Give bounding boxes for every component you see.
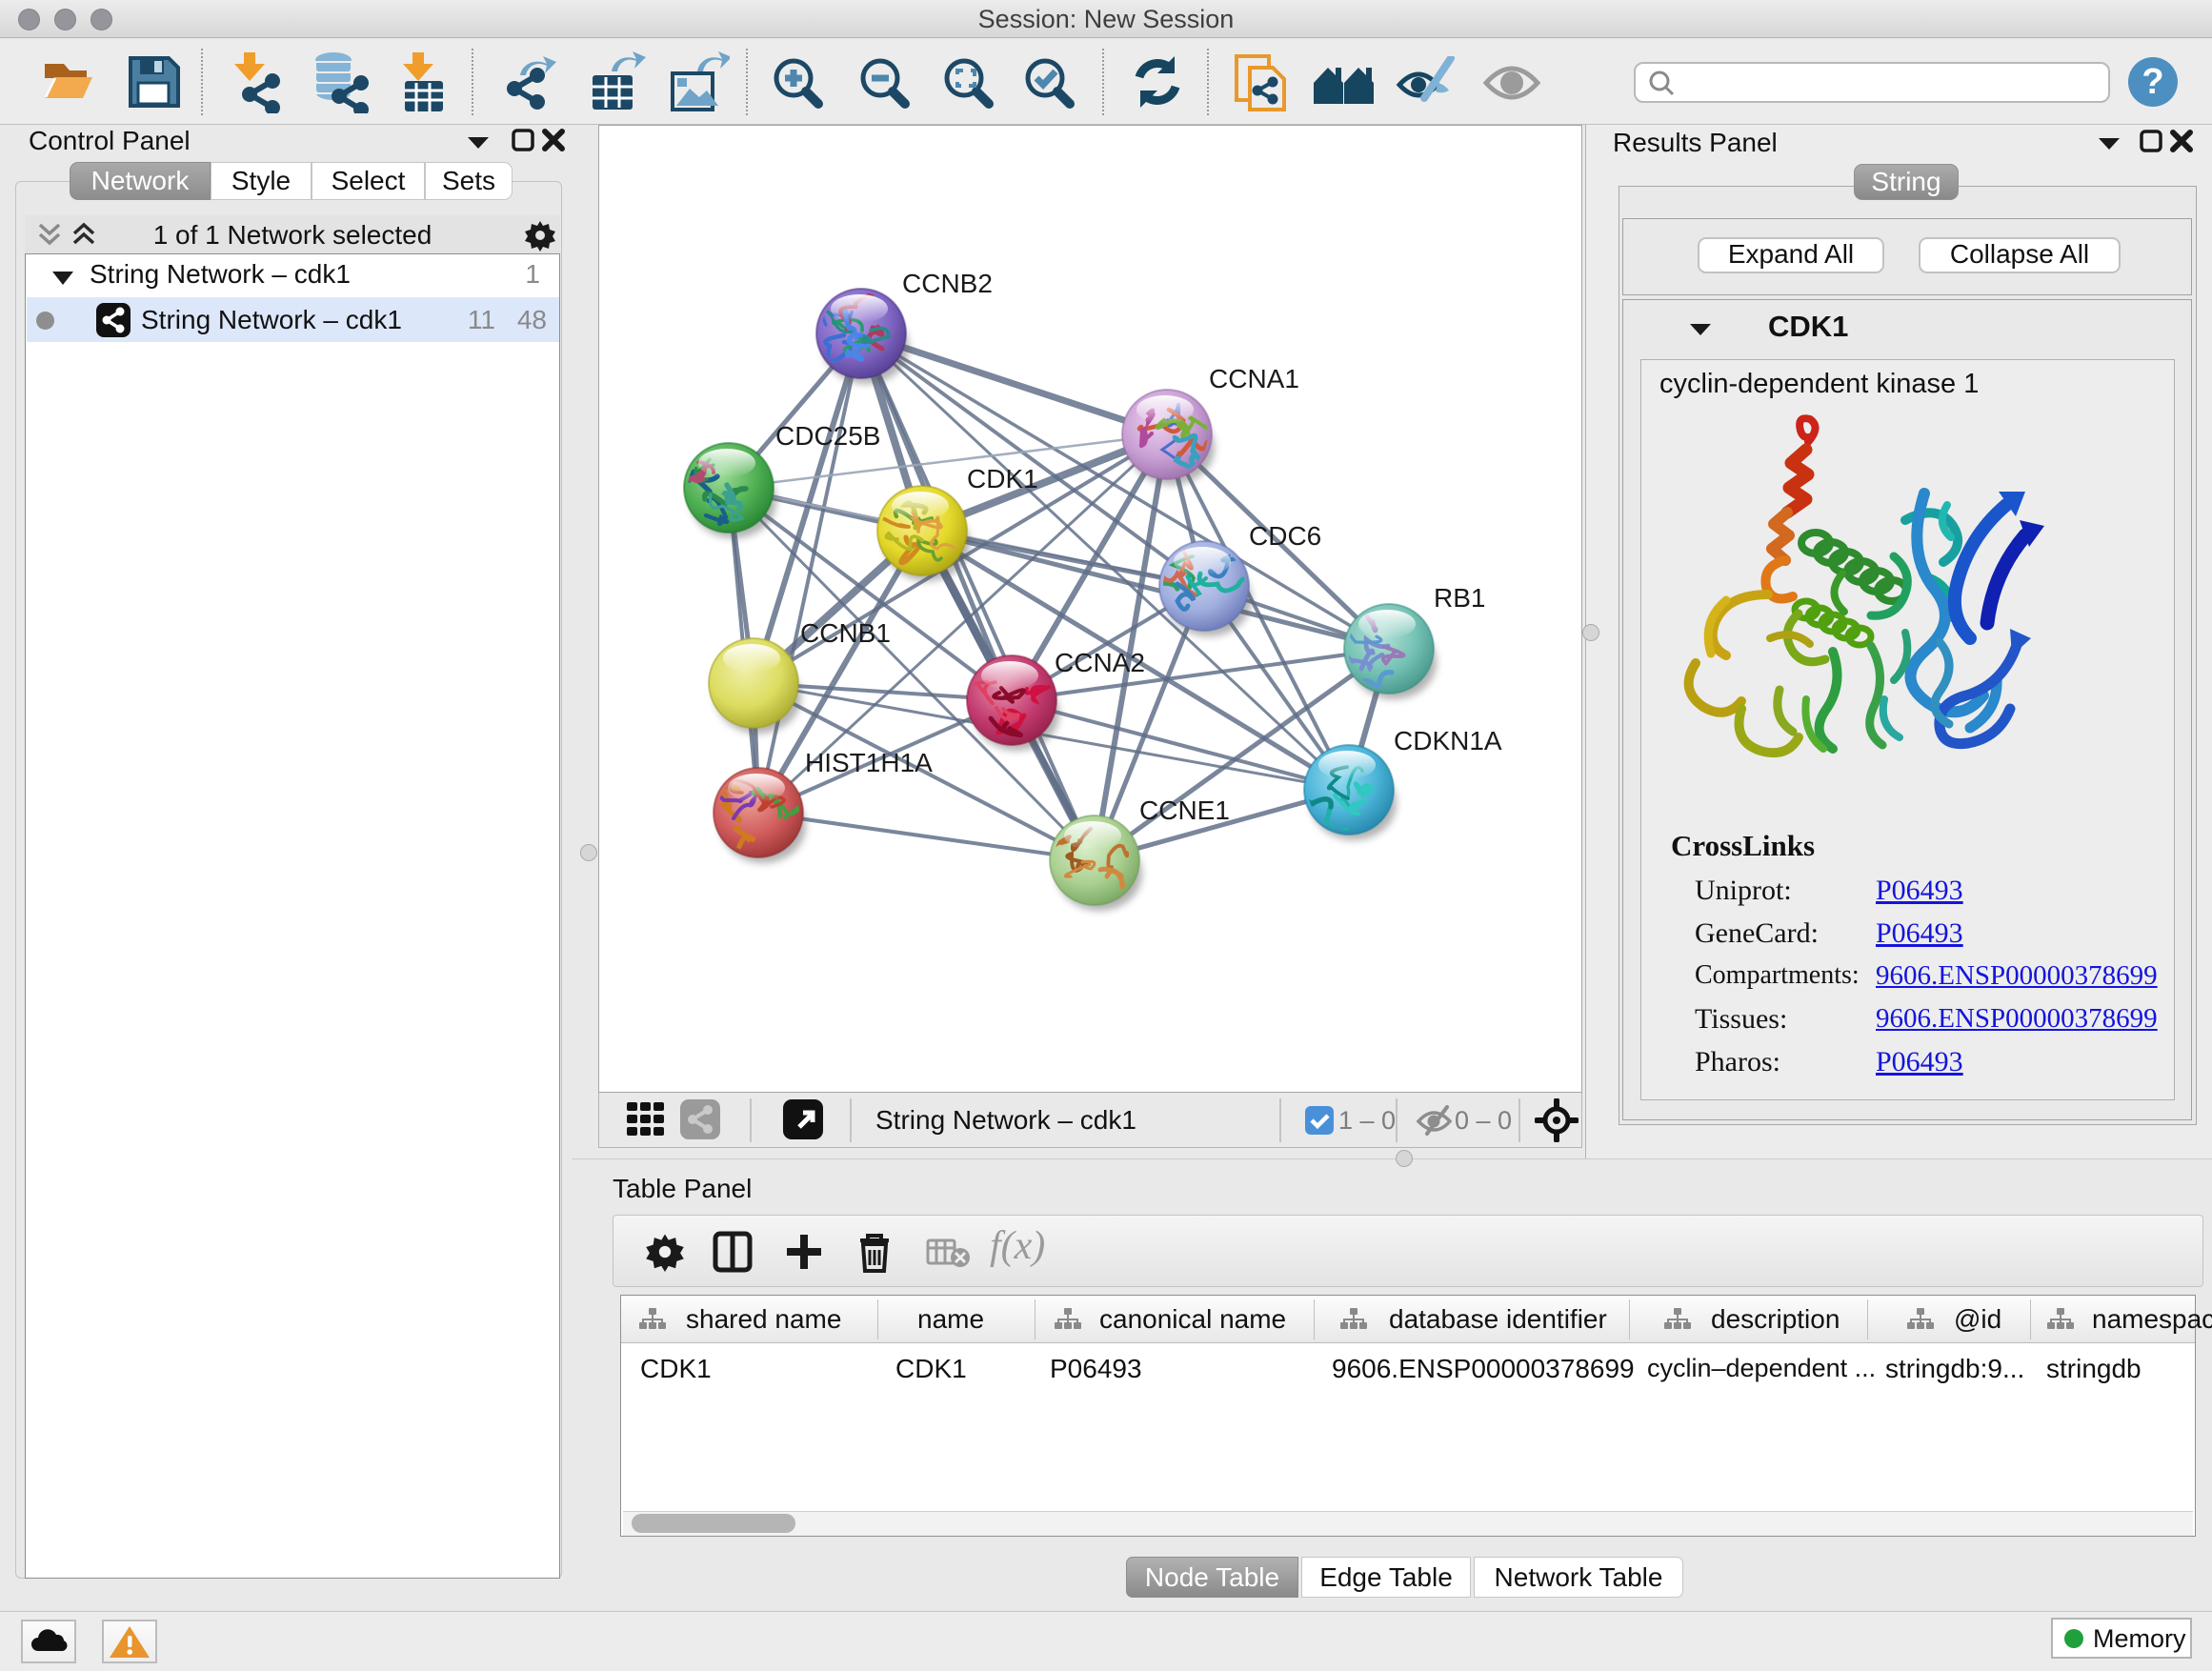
svg-text:CCNE1: CCNE1 — [1139, 795, 1230, 825]
svg-text:HIST1H1A: HIST1H1A — [805, 748, 933, 777]
svg-text:CCNA1: CCNA1 — [1209, 364, 1299, 393]
svg-text:CCNB1: CCNB1 — [800, 618, 891, 648]
svg-text:CDKN1A: CDKN1A — [1394, 726, 1502, 755]
svg-text:CCNA2: CCNA2 — [1055, 648, 1145, 677]
svg-text:CDK1: CDK1 — [967, 464, 1038, 493]
svg-text:RB1: RB1 — [1434, 583, 1485, 613]
svg-text:CDC6: CDC6 — [1249, 521, 1321, 551]
svg-text:CDC25B: CDC25B — [775, 421, 880, 451]
svg-text:CCNB2: CCNB2 — [902, 269, 993, 298]
